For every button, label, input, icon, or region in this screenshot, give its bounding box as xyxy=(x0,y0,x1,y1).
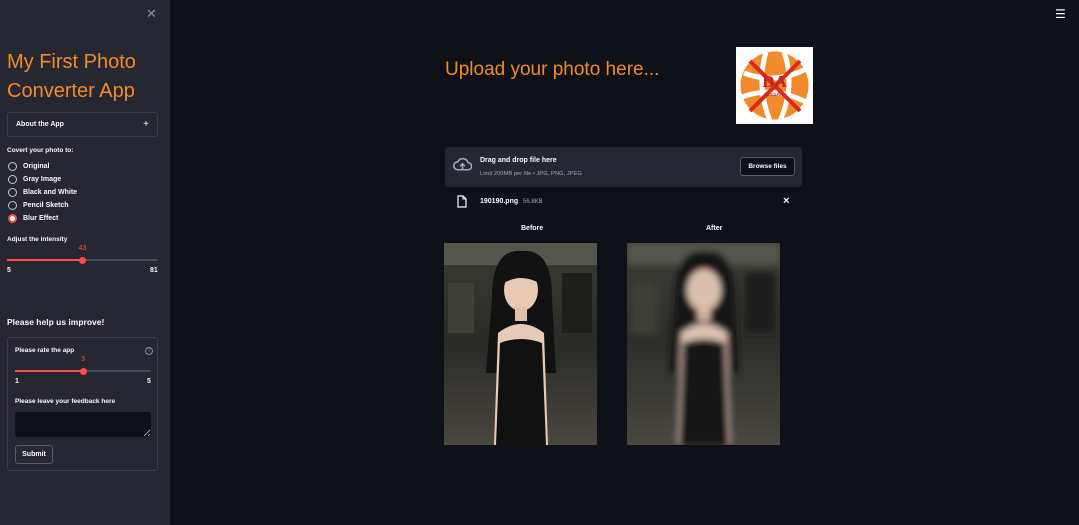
intensity-slider-thumb[interactable] xyxy=(79,256,86,264)
feedback-textarea[interactable] xyxy=(15,412,151,437)
logo-subtext: DataArt xyxy=(766,92,784,98)
rating-max: 5 xyxy=(147,378,151,385)
sidebar: ✕ My First Photo Converter App About the… xyxy=(0,0,170,525)
intensity-label: Adjust the intensity xyxy=(7,236,68,243)
rating-slider-thumb[interactable] xyxy=(79,367,87,375)
rating-label: Please rate the app xyxy=(15,347,75,354)
radio-label: Blur Effect xyxy=(23,215,59,222)
radio-blur-effect[interactable]: Blur Effect xyxy=(8,214,58,223)
file-dropzone[interactable]: Drag and drop file here Limit 200MB per … xyxy=(445,147,802,187)
dropzone-limit: Limit 200MB per file • JPG, PNG, JPEG xyxy=(480,171,582,177)
logo-graphic: DA DataArt xyxy=(740,51,810,123)
radio-label: Pencil Sketch xyxy=(23,202,69,209)
after-image xyxy=(627,243,780,445)
submit-button[interactable]: Submit xyxy=(15,445,53,464)
intensity-min: 5 xyxy=(7,267,11,274)
radio-circle-icon xyxy=(8,162,17,171)
radio-label: Original xyxy=(23,163,50,170)
radio-original[interactable]: Original xyxy=(8,162,49,171)
logo: DA DataArt xyxy=(736,47,813,124)
about-expander[interactable]: About the App + xyxy=(7,112,158,137)
remove-file-icon[interactable]: × xyxy=(783,195,789,207)
radio-selected-icon xyxy=(8,214,17,223)
browse-files-button[interactable]: Browse files xyxy=(740,157,795,176)
improve-heading: Please help us improve! xyxy=(7,317,105,327)
convert-label: Covert your photo to: xyxy=(7,147,74,154)
logo-text: DA xyxy=(762,72,787,91)
help-icon[interactable]: ? xyxy=(145,347,153,355)
file-icon xyxy=(457,195,467,208)
radio-gray-image[interactable]: Gray Image xyxy=(8,175,61,184)
intensity-value: 43 xyxy=(78,245,87,252)
rating-min: 1 xyxy=(15,378,19,385)
file-name: 190190.png xyxy=(480,198,519,205)
radio-label: Black and White xyxy=(23,189,78,196)
app-title: My First Photo Converter App xyxy=(7,51,136,102)
upload-title: Upload your photo here... xyxy=(445,59,660,80)
about-label: About the App xyxy=(16,121,64,128)
dropzone-title: Drag and drop file here xyxy=(480,157,557,164)
radio-circle-icon xyxy=(8,201,17,210)
radio-circle-icon xyxy=(8,188,17,197)
rating-slider[interactable]: 3 xyxy=(15,356,151,375)
close-icon[interactable]: ✕ xyxy=(146,6,157,22)
radio-circle-icon xyxy=(8,175,17,184)
radio-black-and-white[interactable]: Black and White xyxy=(8,188,77,197)
before-caption: Before xyxy=(521,225,544,232)
rating-slider-fill xyxy=(15,370,83,372)
intensity-max: 81 xyxy=(150,267,158,274)
cloud-upload-icon xyxy=(453,157,472,171)
rating-value: 3 xyxy=(81,356,85,363)
before-image xyxy=(444,243,597,445)
hamburger-menu-icon[interactable]: ☰ xyxy=(1055,7,1066,21)
intensity-slider-fill xyxy=(7,259,83,261)
feedback-label: Please leave your feedback here xyxy=(15,398,116,405)
intensity-slider[interactable]: 43 xyxy=(7,245,158,264)
file-size: 56.8KB xyxy=(523,199,543,205)
radio-label: Gray Image xyxy=(23,176,62,183)
feedback-form: Please rate the app ? 3 1 5 Please leave… xyxy=(7,337,158,471)
after-caption: After xyxy=(706,225,723,232)
radio-pencil-sketch[interactable]: Pencil Sketch xyxy=(8,201,69,210)
plus-icon: + xyxy=(143,119,149,130)
